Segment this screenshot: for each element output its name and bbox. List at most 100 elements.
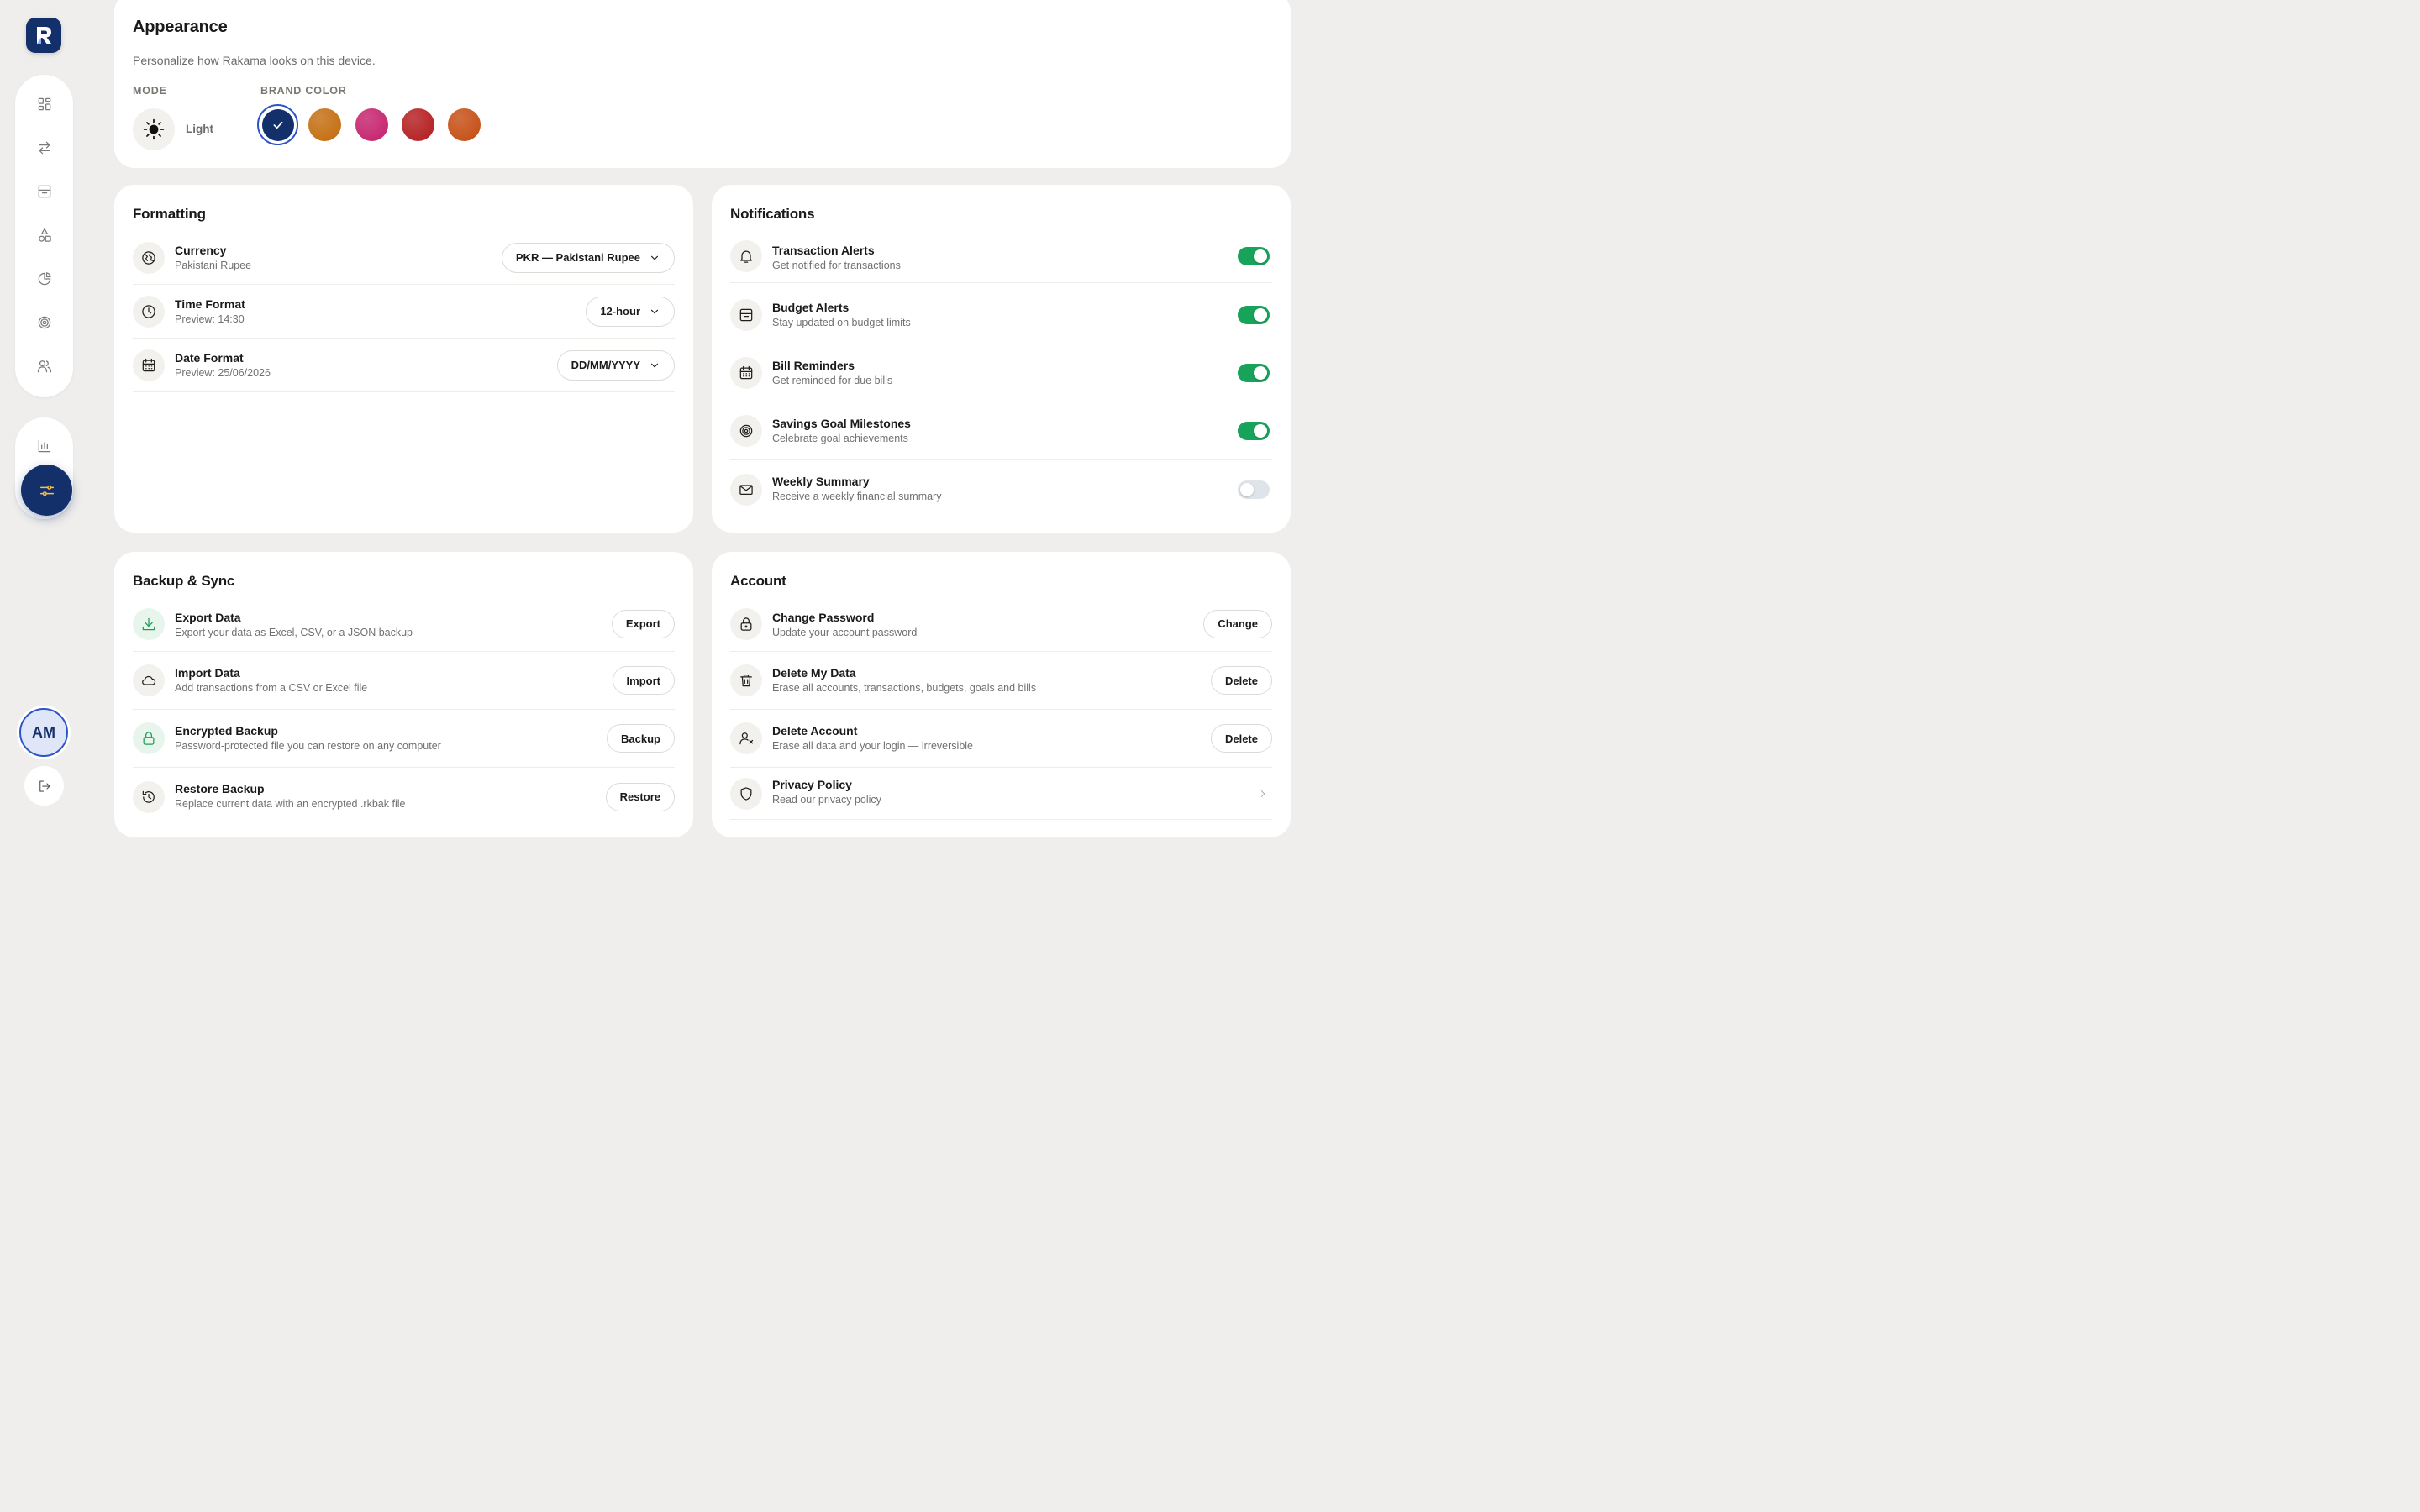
user-avatar[interactable]: AM [19, 708, 68, 757]
clock-icon [142, 304, 155, 318]
nav-categories[interactable] [29, 220, 60, 250]
bell-icon [740, 250, 752, 263]
shield-icon [740, 786, 752, 801]
row-title: Export Data [175, 611, 241, 624]
notifications-card: Notifications Transaction Alerts Get not… [712, 185, 1291, 533]
budget-icon [739, 308, 753, 322]
appearance-title: Appearance [133, 18, 228, 36]
row-title: Currency [175, 244, 227, 257]
toggle-knob [1254, 424, 1267, 438]
row-title: Import Data [175, 666, 240, 680]
nav-people[interactable] [29, 351, 60, 381]
weekly-summary-row: Weekly Summary Receive a weekly financia… [730, 460, 1272, 518]
sidebar-main-nav [15, 75, 73, 397]
savings-goal-toggle[interactable] [1238, 422, 1270, 440]
brand-color-navy[interactable] [257, 104, 298, 145]
goals-target-icon [38, 316, 50, 329]
settings-page: AM Appearance Personalize how Rakama loo… [0, 0, 1318, 837]
sun-icon [143, 118, 165, 140]
settings-sliders-icon [39, 485, 54, 496]
budget-alerts-toggle[interactable] [1238, 306, 1270, 324]
notifications-title: Notifications [730, 206, 815, 222]
delete-data-button[interactable]: Delete [1210, 666, 1272, 695]
toggle-knob [1240, 482, 1254, 496]
history-icon-wrap [133, 780, 165, 813]
bell-icon-wrap [730, 239, 762, 272]
backup-title: Backup & Sync [133, 573, 235, 589]
nav-goals[interactable] [29, 307, 60, 338]
cloud-icon-wrap [133, 664, 165, 696]
row-subtitle: Export your data as Excel, CSV, or a JSO… [175, 627, 413, 638]
appearance-subtitle: Personalize how Rakama looks on this dev… [133, 54, 376, 67]
row-title: Delete Account [772, 724, 858, 738]
brand-color-red[interactable] [402, 108, 434, 141]
people-icon [37, 360, 51, 373]
clock-icon-wrap [133, 295, 165, 328]
row-title: Restore Backup [175, 782, 265, 795]
restore-button[interactable]: Restore [605, 782, 675, 811]
calendar-icon-wrap [730, 357, 762, 389]
history-icon [142, 790, 155, 803]
row-title: Encrypted Backup [175, 724, 278, 738]
select-value: PKR — Pakistani Rupee [515, 251, 640, 264]
nav-dashboard[interactable] [29, 89, 60, 119]
reports-pie-icon [38, 272, 51, 286]
logout-button[interactable] [24, 766, 64, 806]
lock-icon [143, 732, 155, 745]
delete-account-button[interactable]: Delete [1210, 724, 1272, 753]
currency-select[interactable]: PKR — Pakistani Rupee [501, 242, 675, 273]
brand-color-amber[interactable] [308, 108, 341, 141]
trash-icon [740, 675, 752, 687]
time-format-select[interactable]: 12-hour [586, 296, 675, 327]
import-data-row: Import Data Add transactions from a CSV … [133, 652, 675, 710]
row-title: Change Password [772, 611, 875, 624]
import-button[interactable]: Import [612, 666, 675, 695]
analytics-bar-icon [38, 439, 50, 453]
savings-goal-row: Savings Goal Milestones Celebrate goal a… [730, 402, 1272, 460]
row-title: Privacy Policy [772, 778, 852, 791]
currency-row: Currency Pakistani Rupee PKR — Pakistani… [133, 231, 675, 285]
mode-toggle-button[interactable] [133, 108, 175, 150]
nav-settings-active[interactable] [21, 465, 72, 516]
appearance-card: Appearance Personalize how Rakama looks … [114, 0, 1291, 168]
change-password-button[interactable]: Change [1203, 609, 1272, 638]
transaction-alerts-toggle[interactable] [1238, 246, 1270, 265]
row-title: Delete My Data [772, 666, 856, 680]
shield-icon-wrap [730, 777, 762, 810]
nav-budgets[interactable] [29, 176, 60, 207]
privacy-policy-row[interactable]: Privacy Policy Read our privacy policy [730, 768, 1272, 820]
row-subtitle: Add transactions from a CSV or Excel fil… [175, 682, 368, 694]
date-format-select[interactable]: DD/MM/YYYY [556, 349, 675, 381]
mode-value: Light [186, 123, 213, 135]
brand-color-orange[interactable] [448, 108, 481, 141]
date-format-row: Date Format Preview: 25/06/2026 DD/MM/YY… [133, 339, 675, 392]
toggle-knob [1254, 366, 1267, 380]
toggle-knob [1254, 308, 1267, 322]
nav-reports[interactable] [29, 264, 60, 294]
nav-transactions[interactable] [29, 133, 60, 163]
transfer-icon [39, 141, 50, 155]
row-title: Bill Reminders [772, 359, 855, 372]
formatting-card: Formatting Currency Pakistani Rupee PKR … [114, 185, 693, 533]
brand-color-magenta[interactable] [355, 108, 388, 141]
row-subtitle: Read our privacy policy [772, 794, 881, 806]
account-title: Account [730, 573, 786, 589]
weekly-summary-toggle[interactable] [1238, 480, 1270, 499]
nav-analytics[interactable] [29, 431, 60, 461]
swatch-fill [261, 108, 294, 141]
row-subtitle: Replace current data with an encrypted .… [175, 798, 406, 810]
export-button[interactable]: Export [611, 609, 675, 638]
chevron-down-icon [650, 309, 659, 313]
bill-reminders-toggle[interactable] [1238, 364, 1270, 382]
chevron-right-icon [1257, 788, 1269, 800]
brand-color-label: BRAND COLOR [260, 85, 347, 97]
app-logo[interactable] [26, 18, 61, 53]
row-subtitle: Update your account password [772, 627, 918, 638]
download-icon [142, 617, 155, 630]
row-subtitle: Get notified for transactions [772, 260, 901, 271]
delete-account-row: Delete Account Erase all data and your l… [730, 710, 1272, 768]
backup-button[interactable]: Backup [607, 724, 675, 753]
dashboard-icon [38, 97, 50, 111]
row-subtitle: Erase all data and your login — irrevers… [772, 740, 974, 752]
budget-icon [38, 185, 50, 198]
